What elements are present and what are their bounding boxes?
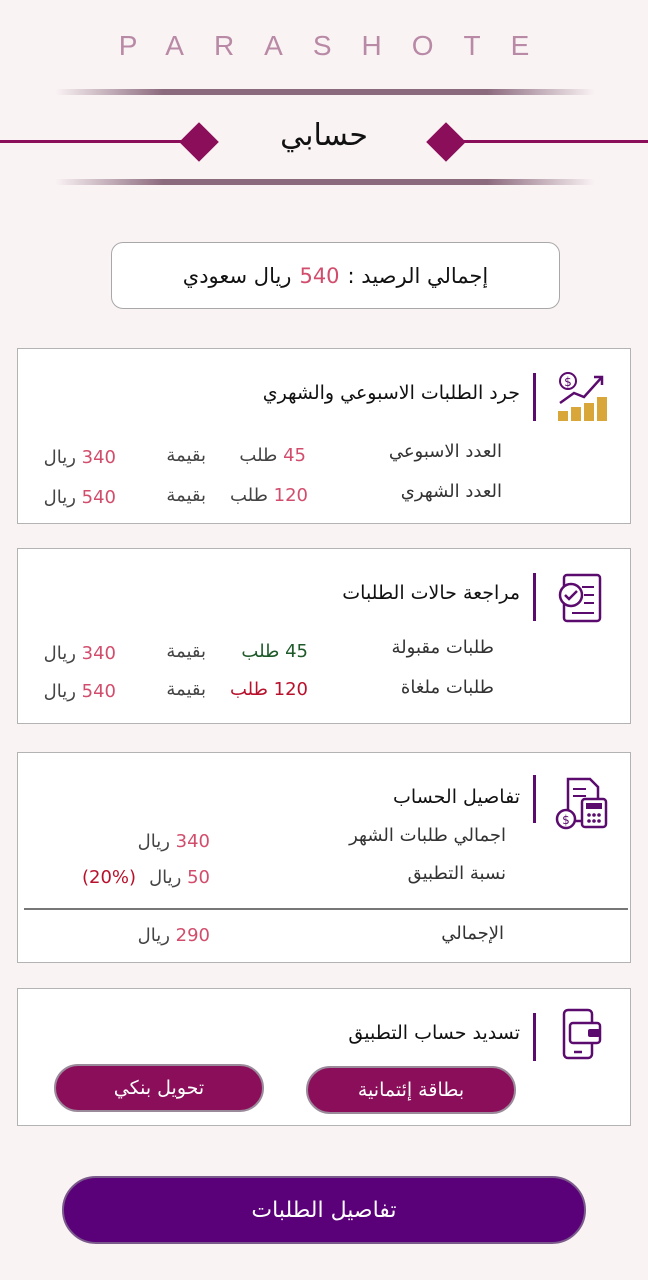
balance-amount: 540 <box>299 263 340 288</box>
brand-logo-text: PARASHOTE <box>118 30 560 61</box>
monthly-total-label: اجمالي طلبات الشهر <box>349 825 506 846</box>
orders-status-card: مراجعة حالات الطلبات طلبات مقبولة 45 طلب… <box>17 548 631 724</box>
weekly-count: 45 طلب <box>239 445 306 466</box>
orders-inventory-card: $ جرد الطلبات الاسبوعي والشهري العدد الا… <box>17 348 631 524</box>
monthly-total-amount: 340 ريال <box>137 831 210 852</box>
header-left-diamond <box>179 122 219 162</box>
card-title: جرد الطلبات الاسبوعي والشهري <box>262 382 520 404</box>
orders-details-button[interactable]: تفاصيل الطلبات <box>62 1176 586 1244</box>
app-fee-amount: 50 ريال <box>149 867 210 888</box>
accepted-orders-label: طلبات مقبولة <box>391 637 494 658</box>
total-balance-box: إجمالي الرصيد : 540 ريال سعودي <box>111 242 560 309</box>
credit-card-button[interactable]: بطاقة إئتمانية <box>306 1066 516 1114</box>
value-label: بقيمة <box>166 485 206 506</box>
growth-chart-icon: $ <box>554 367 610 423</box>
weekly-count-label: العدد الاسبوعي <box>388 441 502 462</box>
value-label: بقيمة <box>166 445 206 466</box>
mobile-wallet-icon <box>554 1007 610 1063</box>
total-divider <box>24 908 628 910</box>
cancelled-count: 120 طلب <box>229 679 308 700</box>
accepted-amount: 340 ريال <box>43 643 116 664</box>
svg-text:$: $ <box>562 813 570 827</box>
account-details-card: $ تفاصيل الحساب اجمالي طلبات الشهر 340 ر… <box>17 752 631 963</box>
pay-app-account-card: تسديد حساب التطبيق بطاقة إئتمانية تحويل … <box>17 988 631 1126</box>
balance-label: إجمالي الرصيد : <box>347 263 489 288</box>
card-title: تفاصيل الحساب <box>393 786 520 808</box>
grand-total-label: الإجمالي <box>441 923 504 944</box>
balance-currency: ريال سعودي <box>182 263 292 288</box>
monthly-amount: 540 ريال <box>43 487 116 508</box>
header-top-rule <box>55 89 595 95</box>
header-right-line <box>456 140 648 143</box>
app-fee-label: نسبة التطبيق <box>407 863 506 884</box>
bank-transfer-button[interactable]: تحويل بنكي <box>54 1064 264 1112</box>
cancelled-orders-label: طلبات ملغاة <box>400 677 494 698</box>
card-title-bar <box>533 373 536 421</box>
checked-document-icon <box>554 571 610 627</box>
header-bottom-rule <box>55 179 595 185</box>
calculator-invoice-icon: $ <box>554 775 610 831</box>
app-fee-percent: (20%) <box>82 867 137 888</box>
value-label: بقيمة <box>166 641 206 662</box>
card-title-bar <box>533 775 536 823</box>
card-title-bar <box>533 1013 536 1061</box>
weekly-amount: 340 ريال <box>43 447 116 468</box>
monthly-count: 120 طلب <box>229 485 308 506</box>
page-title: حسابي <box>280 118 368 153</box>
card-title-bar <box>533 573 536 621</box>
cancelled-amount: 540 ريال <box>43 681 116 702</box>
value-label: بقيمة <box>166 679 206 700</box>
monthly-count-label: العدد الشهري <box>400 481 502 502</box>
grand-total-amount: 290 ريال <box>137 925 210 946</box>
accepted-count: 45 طلب <box>241 641 308 662</box>
card-title: تسديد حساب التطبيق <box>348 1022 520 1044</box>
header-left-line <box>0 140 190 143</box>
svg-text:$: $ <box>564 375 572 389</box>
card-title: مراجعة حالات الطلبات <box>342 582 520 604</box>
